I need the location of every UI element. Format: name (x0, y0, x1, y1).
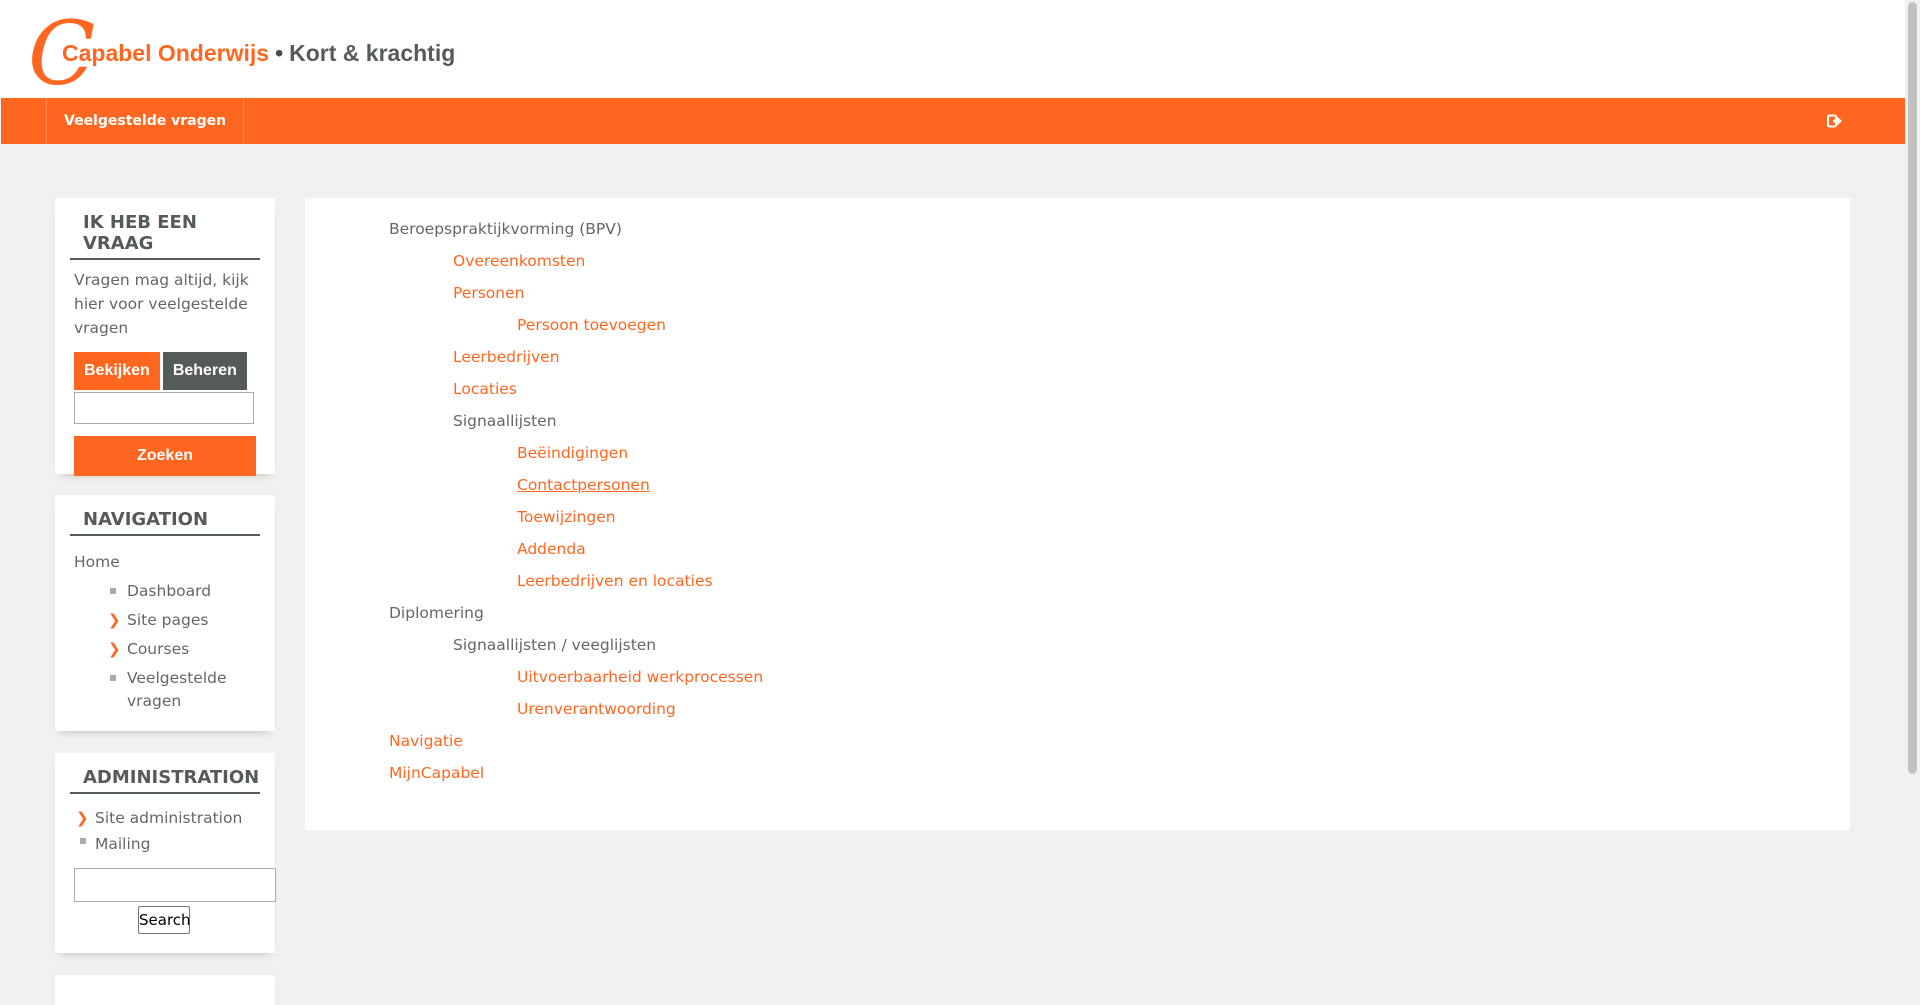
tree-link[interactable]: Overeenkomsten (453, 252, 585, 270)
administration-block-title: ADMINISTRATION (70, 753, 260, 794)
tree-link[interactable]: Leerbedrijven (453, 348, 560, 366)
tree-heading: Signaallijsten / veeglijsten (453, 636, 657, 654)
tree-node: Signaallijsten / veeglijsten (389, 634, 763, 666)
tree-node: Addenda (389, 538, 763, 570)
nav-item-dashboard[interactable]: Dashboard (110, 580, 275, 603)
chevron-right-icon[interactable]: ❯ (108, 638, 121, 661)
tree-node: MijnCapabel (389, 762, 763, 794)
chevron-right-icon[interactable]: ❯ (108, 609, 121, 632)
faq-block-title: IK HEB EEN VRAAG (70, 198, 260, 260)
tree-node: Urenverantwoording (389, 698, 763, 730)
nav-item-veelgestelde-vragen[interactable]: Veelgestelde vragen (110, 667, 237, 713)
tree-link[interactable]: Urenverantwoording (517, 700, 676, 718)
tree-heading: Diplomering (389, 604, 484, 622)
tree-link[interactable]: Contactpersonen (517, 476, 650, 494)
tree-heading: Signaallijsten (453, 412, 557, 430)
navigation-tree: Home Dashboard ❯ Site pages ❯ Courses Ve… (74, 552, 275, 713)
admin-item-label: Mailing (95, 835, 151, 853)
faq-block: IK HEB EEN VRAAG Vragen mag altijd, kijk… (55, 198, 275, 476)
logo-slogan: Kort & krachtig (289, 40, 456, 66)
square-bullet-icon (110, 675, 116, 681)
tree-node: Uitvoerbaarheid werkprocessen (389, 666, 763, 698)
tree-link[interactable]: Personen (453, 284, 524, 302)
tab-bekijken[interactable]: Bekijken (74, 352, 160, 390)
tree-heading: Beroepspraktijkvorming (BPV) (389, 220, 622, 238)
square-bullet-icon (80, 838, 86, 844)
tree-node: Locaties (389, 378, 763, 410)
partial-block (55, 975, 275, 1005)
logo-brand: Capabel Onderwijs (62, 40, 270, 66)
tree-node: Persoon toevoegen (389, 314, 763, 346)
tree-link[interactable]: Addenda (517, 540, 586, 558)
navigation-block-title: NAVIGATION (70, 495, 260, 536)
nav-item-label: Site pages (127, 611, 209, 629)
nav-item-site-pages[interactable]: ❯ Site pages (108, 609, 275, 632)
tree-link[interactable]: Beëindigingen (517, 444, 628, 462)
logo-text: Capabel Onderwijs • Kort & krachtig (62, 40, 455, 67)
nav-item-label: Veelgestelde vragen (127, 669, 227, 710)
administration-tree: ❯ Site administration Mailing (74, 808, 275, 854)
site-header: C Capabel Onderwijs • Kort & krachtig (0, 0, 1905, 98)
tree-node: Beroepspraktijkvorming (BPV) (389, 218, 763, 250)
page-scrollbar[interactable] (1905, 0, 1920, 993)
admin-item-label: Site administration (95, 809, 243, 827)
admin-item-mailing[interactable]: Mailing (74, 834, 275, 854)
tree-node: Toewijzingen (389, 506, 763, 538)
faq-search-input[interactable] (74, 392, 254, 424)
tree-node: Contactpersonen (389, 474, 763, 506)
nav-home-link[interactable]: Home (74, 552, 275, 580)
nav-item-label: Dashboard (127, 582, 212, 600)
tree-node: Navigatie (389, 730, 763, 762)
tree-link[interactable]: Toewijzingen (517, 508, 616, 526)
tree-link[interactable]: Persoon toevoegen (517, 316, 666, 334)
administration-block: ADMINISTRATION ❯ Site administration Mai… (55, 753, 276, 953)
tree-node: Overeenkomsten (389, 250, 763, 282)
top-navbar: Veelgestelde vragen (1, 98, 1905, 144)
tree-link[interactable]: MijnCapabel (389, 764, 484, 782)
chevron-right-icon[interactable]: ❯ (76, 808, 89, 828)
faq-block-text: Vragen mag altijd, kijk hier voor veelge… (74, 271, 249, 337)
zoeken-button[interactable]: Zoeken (74, 436, 256, 476)
navigation-block: NAVIGATION Home Dashboard ❯ Site pages ❯… (55, 495, 275, 731)
main-content: Beroepspraktijkvorming (BPV) Overeenkomst… (305, 198, 1850, 830)
navbar-item-veelgestelde-vragen[interactable]: Veelgestelde vragen (46, 98, 245, 144)
tree-link[interactable]: Locaties (453, 380, 517, 398)
nav-item-label: Courses (127, 640, 190, 658)
tree-link[interactable]: Leerbedrijven en locaties (517, 572, 713, 590)
logout-icon[interactable] (1827, 114, 1843, 128)
admin-item-site-administration[interactable]: ❯ Site administration (74, 808, 275, 828)
logo-separator: • (275, 40, 284, 66)
content-tree: Beroepspraktijkvorming (BPV) Overeenkomst… (389, 218, 763, 794)
tree-link[interactable]: Uitvoerbaarheid werkprocessen (517, 668, 763, 686)
nav-item-courses[interactable]: ❯ Courses (108, 638, 275, 661)
tab-beheren[interactable]: Beheren (162, 352, 247, 390)
tree-node: Personen (389, 282, 763, 314)
admin-search-input[interactable] (74, 868, 276, 902)
tree-node: Beëindigingen (389, 442, 763, 474)
square-bullet-icon (110, 588, 116, 594)
scrollbar-thumb[interactable] (1908, 2, 1917, 774)
tree-link[interactable]: Navigatie (389, 732, 463, 750)
tree-node: Signaallijsten (389, 410, 763, 442)
search-button[interactable]: Search (138, 906, 191, 934)
faq-tabs: Bekijken Beheren (74, 352, 275, 390)
tree-node: Diplomering (389, 602, 763, 634)
tree-node: Leerbedrijven en locaties (389, 570, 763, 602)
tree-node: Leerbedrijven (389, 346, 763, 378)
